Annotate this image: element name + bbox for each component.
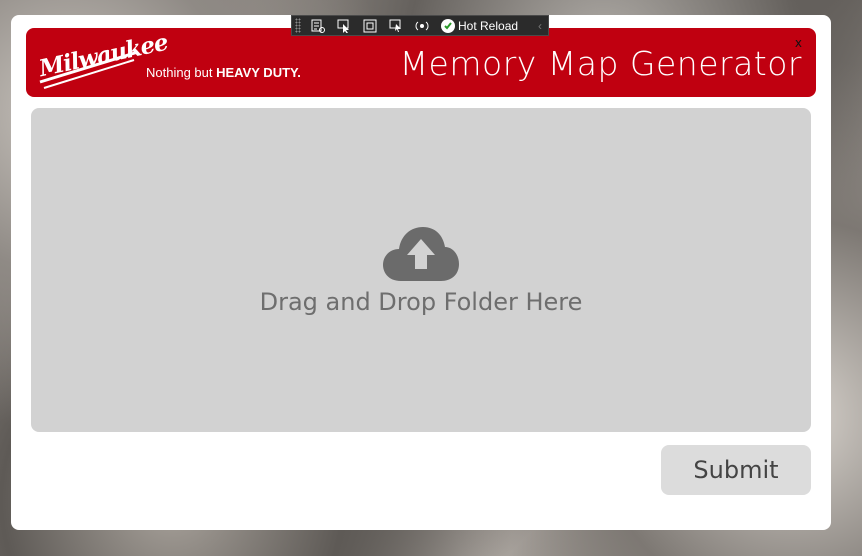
track-focused-element-icon[interactable] (387, 18, 405, 34)
submit-button[interactable]: Submit (661, 445, 811, 495)
drop-zone-label: Drag and Drop Folder Here (259, 288, 583, 316)
select-element-icon[interactable] (335, 18, 353, 34)
live-visual-tree-icon[interactable] (309, 18, 327, 34)
binding-failures-icon[interactable] (413, 18, 431, 34)
hot-reload-label: Hot Reload (458, 18, 519, 33)
cloud-upload-icon (383, 227, 459, 281)
drop-zone[interactable]: Drag and Drop Folder Here (31, 108, 811, 432)
display-layout-adorners-icon[interactable] (361, 18, 379, 34)
debug-toolbar: Hot Reload ‹ (291, 15, 549, 36)
collapse-chevron-icon[interactable]: ‹ (538, 19, 542, 33)
brand-tagline: Nothing but HEAVY DUTY. (146, 65, 301, 80)
header-banner: Milwaukee Nothing but HEAVY DUTY. Memory… (26, 28, 816, 97)
close-button[interactable]: x (795, 36, 802, 50)
hot-reload-status[interactable]: Hot Reload (441, 18, 519, 33)
app-window: Milwaukee Nothing but HEAVY DUTY. Memory… (11, 15, 831, 530)
drag-grip-icon[interactable] (295, 18, 301, 33)
check-icon (441, 18, 455, 33)
app-title: Memory Map Generator (399, 44, 802, 83)
